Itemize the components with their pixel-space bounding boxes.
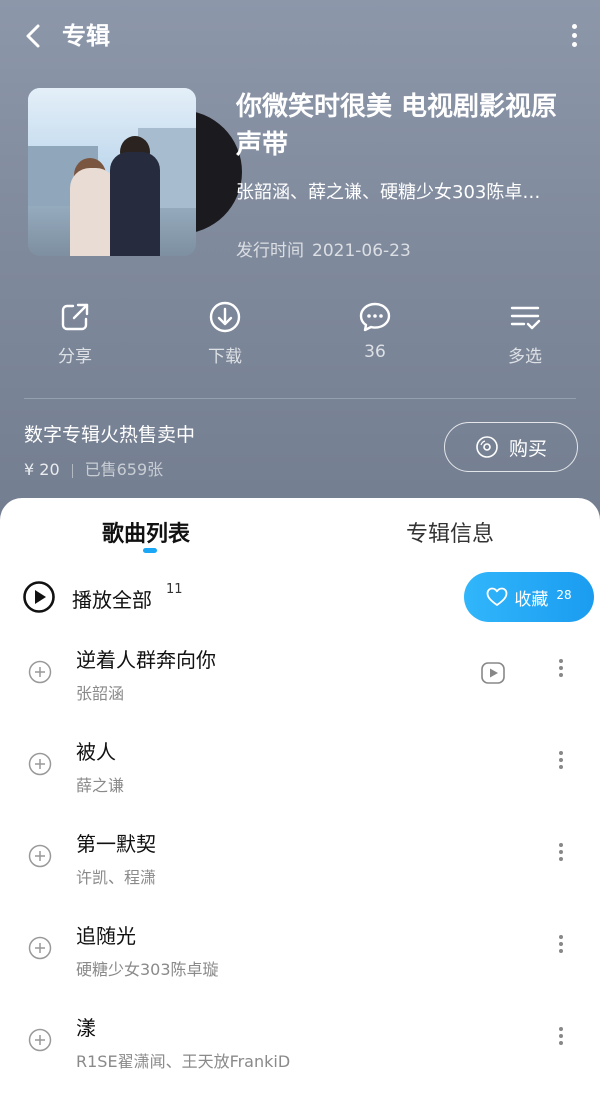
comment-button[interactable]: 36 <box>335 300 415 362</box>
add-icon[interactable] <box>28 936 52 960</box>
add-icon[interactable] <box>28 752 52 776</box>
play-all-icon[interactable] <box>22 580 56 614</box>
song-row[interactable]: 第一默契 许凯、程潇 <box>0 816 600 908</box>
favorite-label: 收藏 <box>514 589 549 610</box>
release-info: 发行时间 2021-06-23 <box>236 236 411 261</box>
release-label: 发行时间 <box>236 241 304 261</box>
favorite-count: 28 <box>556 588 572 602</box>
song-more-icon[interactable] <box>556 656 566 686</box>
comment-count: 36 <box>364 342 386 362</box>
multi-select-label: 多选 <box>508 347 542 367</box>
song-row[interactable]: 逆着人群奔向你 张韶涵 <box>0 632 600 724</box>
buy-button[interactable]: 购买 <box>444 422 578 472</box>
song-more-icon[interactable] <box>556 932 566 962</box>
play-all-button[interactable]: 播放全部 <box>72 584 152 613</box>
action-bar: 分享 下载 36 多选 <box>0 300 600 370</box>
sold-count: 已售659张 <box>84 460 164 479</box>
top-bar: 专辑 <box>0 0 600 72</box>
more-options-button[interactable] <box>564 20 584 52</box>
song-artist: 许凯、程潇 <box>76 868 157 887</box>
back-arrow-icon <box>26 24 40 48</box>
song-artist: R1SE翟潇闻、王天放FrankiD <box>76 1052 291 1071</box>
song-artist: 硬糖少女303陈卓璇 <box>76 960 219 979</box>
buy-label: 购买 <box>508 437 547 460</box>
comment-icon <box>359 302 391 332</box>
album-title: 你微笑时很美 电视剧影视原声带 <box>236 92 558 160</box>
song-artist: 张韶涵 <box>76 684 125 703</box>
album-cover[interactable] <box>28 88 242 258</box>
album-artists[interactable]: 张韶涵、薛之谦、硬糖少女303陈卓… <box>236 178 566 204</box>
download-label: 下载 <box>208 347 242 367</box>
add-icon[interactable] <box>28 660 52 684</box>
tab-song-list[interactable]: 歌曲列表 <box>102 516 190 548</box>
add-icon[interactable] <box>28 1028 52 1052</box>
page-title: 专辑 <box>62 22 110 50</box>
song-row[interactable]: 被人 薛之谦 <box>0 724 600 816</box>
divider <box>24 398 576 399</box>
album-cover-image <box>28 88 196 256</box>
song-title: 漾 <box>76 1016 96 1040</box>
download-button[interactable]: 下载 <box>185 300 265 367</box>
song-more-icon[interactable] <box>556 748 566 778</box>
song-title: 追随光 <box>76 924 136 948</box>
tab-indicator <box>143 548 157 553</box>
multi-select-button[interactable]: 多选 <box>485 300 565 367</box>
song-more-icon[interactable] <box>556 1024 566 1054</box>
share-label: 分享 <box>58 347 92 367</box>
multi-select-icon <box>510 306 541 330</box>
song-artist: 薛之谦 <box>76 776 125 795</box>
heart-icon <box>486 587 508 606</box>
download-icon <box>209 301 241 333</box>
promo-title: 数字专辑火热售卖中 <box>24 424 196 446</box>
mv-play-icon[interactable] <box>480 660 506 686</box>
release-date: 2021-06-23 <box>312 241 411 261</box>
song-more-icon[interactable] <box>556 840 566 870</box>
song-sheet: 歌曲列表 专辑信息 播放全部 11 收藏 28 逆着人群奔向你 张韶涵 被人 薛… <box>0 498 600 1098</box>
disc-icon <box>476 436 498 458</box>
promo-subline: ¥ 20 已售659张 <box>24 456 163 480</box>
tab-album-info[interactable]: 专辑信息 <box>406 516 494 548</box>
song-count: 11 <box>166 582 183 597</box>
back-button[interactable] <box>18 20 50 52</box>
song-title: 第一默契 <box>76 832 156 856</box>
share-icon <box>61 303 89 331</box>
song-row[interactable]: 漾 R1SE翟潇闻、王天放FrankiD <box>0 1000 600 1092</box>
favorite-button[interactable]: 收藏 28 <box>464 572 594 622</box>
play-all-row: 播放全部 11 收藏 28 <box>0 572 600 622</box>
song-title: 被人 <box>76 740 116 764</box>
add-icon[interactable] <box>28 844 52 868</box>
price: ¥ 20 <box>24 460 60 479</box>
song-row[interactable]: 追随光 硬糖少女303陈卓璇 <box>0 908 600 1000</box>
share-button[interactable]: 分享 <box>35 300 115 367</box>
song-title: 逆着人群奔向你 <box>76 648 216 672</box>
